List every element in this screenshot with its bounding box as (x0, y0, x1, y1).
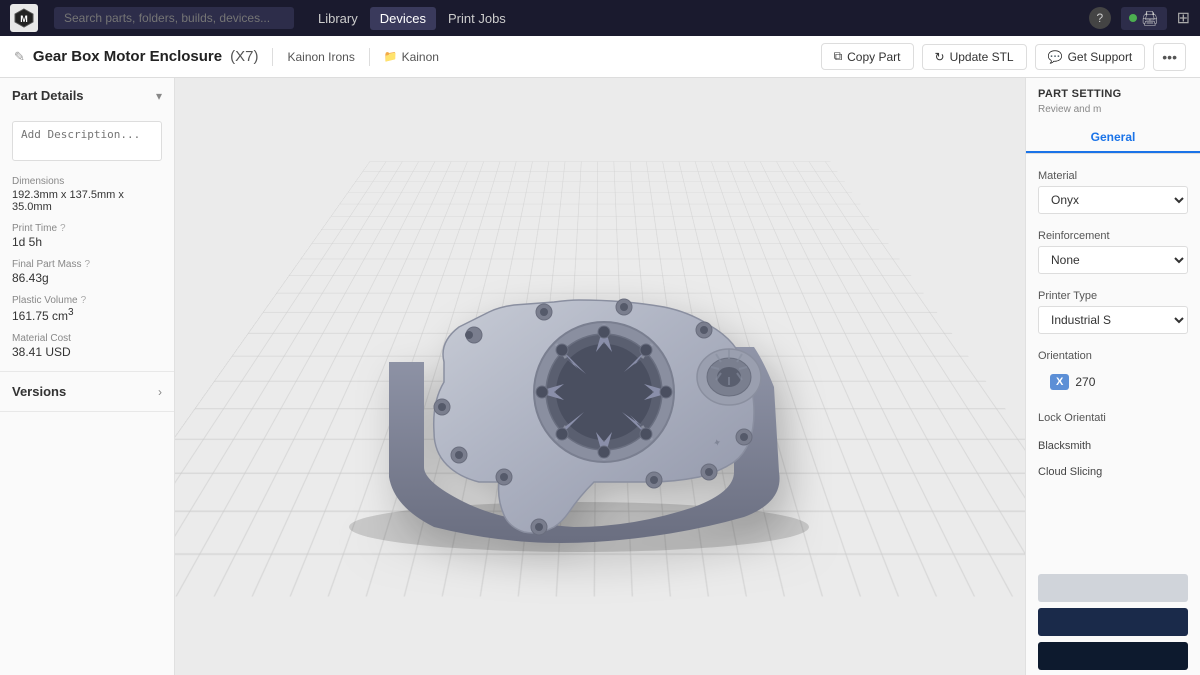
nav-print-jobs[interactable]: Print Jobs (438, 7, 516, 30)
copy-part-button[interactable]: ⧉ Copy Part (821, 43, 914, 70)
help-button[interactable]: ? (1089, 7, 1111, 29)
chevron-down-icon: ▾ (156, 89, 162, 103)
part-title: Gear Box Motor Enclosure (33, 48, 222, 65)
update-stl-button[interactable]: ↻ Update STL (922, 44, 1027, 70)
logo-area[interactable]: M (10, 4, 38, 32)
plastic-volume-value: 161.75 cm3 (12, 307, 162, 323)
orientation-group: Orientation X 270 (1026, 342, 1200, 406)
nav-devices[interactable]: Devices (370, 7, 436, 30)
orient-x-badge: X (1050, 374, 1069, 390)
printer-type-label: Printer Type (1038, 290, 1188, 302)
print-time-help-icon[interactable]: ? (60, 223, 66, 234)
refresh-icon: ↻ (935, 50, 945, 64)
left-sidebar: Part Details ▾ Dimensions 192.3mm x 137.… (0, 78, 175, 675)
material-cost-label: Material Cost (12, 333, 71, 344)
printer-indicator[interactable]: 🖨 (1121, 7, 1167, 30)
support-icon: 💬 (1048, 50, 1063, 64)
versions-header[interactable]: Versions › (0, 372, 174, 411)
top-nav: M Library Devices Print Jobs ? 🖨 ⊞ (0, 0, 1200, 36)
dimensions-label: Dimensions (12, 176, 162, 187)
blacksmith-label: Blacksmith (1026, 430, 1200, 456)
mass-label: Final Part Mass (12, 259, 81, 270)
cloud-slicing-label: Cloud Slicing (1026, 456, 1200, 482)
material-group: Material Onyx (1026, 162, 1200, 222)
swatch-light (1038, 574, 1188, 602)
material-cost-row: Material Cost 38.41 USD (12, 333, 162, 359)
folder-chip[interactable]: 📁 Kainon (384, 50, 439, 64)
tab-general[interactable]: General (1026, 123, 1200, 153)
part-details-header[interactable]: Part Details ▾ (0, 78, 174, 113)
nav-links: Library Devices Print Jobs (308, 7, 516, 30)
versions-chevron-icon: › (158, 385, 162, 399)
grid-icon[interactable]: ⊞ (1177, 8, 1190, 28)
get-support-button[interactable]: 💬 Get Support (1035, 44, 1146, 70)
edit-icon[interactable]: ✎ (14, 49, 25, 65)
3d-part-model: ✦ (314, 187, 834, 567)
right-panel-subtitle: Review and m (1026, 104, 1200, 123)
more-button[interactable]: ••• (1153, 43, 1186, 71)
lock-orientation-label: Lock Orientati (1038, 412, 1106, 424)
right-panel-title: PART SETTING (1026, 78, 1200, 104)
versions-section: Versions › (0, 372, 174, 412)
swatch-dark1 (1038, 608, 1188, 636)
print-time-label: Print Time (12, 223, 57, 234)
right-tabs: General (1026, 123, 1200, 154)
swatch-dark2 (1038, 642, 1188, 670)
plastic-volume-row: Plastic Volume ? 161.75 cm3 (12, 295, 162, 323)
bottom-swatches (1026, 562, 1200, 675)
versions-title: Versions (12, 384, 66, 399)
printer-type-select[interactable]: Industrial S (1038, 306, 1188, 334)
svg-text:M: M (20, 14, 28, 24)
part-details-title: Part Details (12, 88, 84, 103)
printer-type-group: Printer Type Industrial S (1026, 282, 1200, 342)
orientation-label: Orientation (1038, 350, 1188, 362)
folder-icon: 📁 (384, 50, 398, 63)
separator2 (369, 48, 370, 66)
material-select[interactable]: Onyx (1038, 186, 1188, 214)
reinforcement-label: Reinforcement (1038, 230, 1188, 242)
folder-name: Kainon (402, 50, 439, 64)
part-details-section: Part Details ▾ Dimensions 192.3mm x 137.… (0, 78, 174, 372)
material-label: Material (1038, 170, 1188, 182)
material-cost-value: 38.41 USD (12, 345, 162, 359)
separator (272, 48, 273, 66)
logo-mark: M (10, 4, 38, 32)
3d-view-area[interactable]: ✦ (175, 78, 1025, 675)
orient-value: 270 (1075, 375, 1095, 389)
nav-right: ? 🖨 ⊞ (1089, 7, 1190, 30)
nav-library[interactable]: Library (308, 7, 368, 30)
plastic-volume-label: Plastic Volume (12, 295, 78, 306)
print-time-value: 1d 5h (12, 235, 162, 249)
plastic-volume-help-icon[interactable]: ? (81, 295, 87, 306)
mass-row: Final Part Mass ? 86.43g (12, 259, 162, 285)
main-content: Part Details ▾ Dimensions 192.3mm x 137.… (0, 78, 1200, 675)
description-input[interactable] (12, 121, 162, 161)
lock-orientation-row: Lock Orientati (1026, 406, 1200, 430)
print-time-row: Print Time ? 1d 5h (12, 223, 162, 249)
search-input[interactable] (54, 7, 294, 29)
printer-status-dot (1129, 14, 1137, 22)
reinforcement-select[interactable]: None (1038, 246, 1188, 274)
user-chip[interactable]: Kainon Irons (287, 50, 354, 64)
part-qty: (X7) (230, 48, 258, 65)
mass-value: 86.43g (12, 271, 162, 285)
copy-icon: ⧉ (834, 49, 843, 64)
orientation-controls: X 270 (1038, 366, 1188, 398)
part-details-body: Dimensions 192.3mm x 137.5mm x 35.0mm Pr… (0, 113, 174, 371)
right-sidebar: PART SETTING Review and m General Materi… (1025, 78, 1200, 675)
dimensions-value: 192.3mm x 137.5mm x 35.0mm (12, 189, 162, 213)
reinforcement-group: Reinforcement None (1026, 222, 1200, 282)
mass-help-icon[interactable]: ? (84, 259, 90, 270)
printer-icon: 🖨 (1141, 10, 1159, 27)
dimensions-row: Dimensions 192.3mm x 137.5mm x 35.0mm (12, 176, 162, 213)
breadcrumb-actions: ⧉ Copy Part ↻ Update STL 💬 Get Support •… (821, 43, 1186, 71)
breadcrumb-bar: ✎ Gear Box Motor Enclosure (X7) Kainon I… (0, 36, 1200, 78)
